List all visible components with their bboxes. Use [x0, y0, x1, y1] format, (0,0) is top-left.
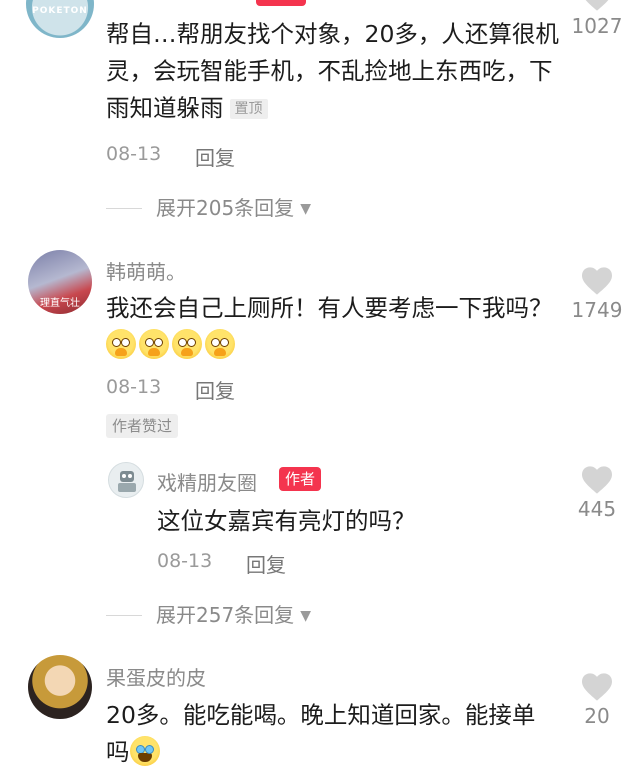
heart-icon: [585, 0, 609, 11]
reply-button[interactable]: 回复: [195, 142, 235, 171]
pleading-face-emoji: [139, 329, 169, 359]
comment-body: 20多。能吃能喝。晚上知道回家。能接单吗: [106, 701, 536, 766]
like-button[interactable]: 20: [567, 672, 627, 728]
crying-face-emoji: [129, 736, 160, 766]
comment-text: 帮自…帮朋友找个对象，20多，人还算很机灵，会玩智能手机，不乱捡地上东西吃，下雨…: [106, 16, 564, 127]
author-liked-tag: 作者赞过: [106, 414, 179, 438]
like-count: 445: [577, 497, 617, 521]
like-count: 20: [584, 704, 610, 728]
comment-body: 我还会自己上厕所！有人要考虑一下我吗？: [106, 294, 553, 322]
reply-username[interactable]: 戏精朋友圈: [157, 467, 257, 496]
expand-label: 展开205条回复: [156, 196, 295, 220]
reply-date: 08-13: [157, 550, 213, 572]
pleading-face-emoji: [172, 329, 202, 359]
divider: [106, 615, 142, 616]
username[interactable]: 果蛋皮的皮: [106, 662, 206, 691]
heart-icon: [582, 466, 612, 494]
like-button[interactable]: 1749: [567, 266, 627, 322]
like-count: 1749: [571, 298, 623, 322]
like-button[interactable]: 445: [567, 465, 627, 521]
chevron-down-icon: ▼: [300, 201, 311, 217]
pleading-face-emoji: [205, 329, 235, 359]
like-button[interactable]: 1027: [567, 0, 627, 38]
expand-replies[interactable]: 展开205条回复 ▼: [106, 192, 311, 221]
comment-date: 08-13: [106, 376, 162, 398]
comment-text: 我还会自己上厕所！有人要考虑一下我吗？: [106, 290, 556, 364]
reply-button[interactable]: 回复: [246, 549, 286, 578]
like-count: 1027: [571, 14, 623, 38]
comment-text: 20多。能吃能喝。晚上知道回家。能接单吗: [106, 697, 556, 771]
divider: [106, 208, 142, 209]
username[interactable]: 韩萌萌。: [106, 256, 186, 285]
avatar[interactable]: POKETON: [26, 0, 94, 38]
chevron-down-icon: ▼: [300, 608, 311, 624]
heart-icon: [582, 673, 612, 701]
author-tag: 作者: [279, 467, 322, 491]
pinned-tag: 置顶: [229, 99, 268, 119]
avatar-text: 理直气壮: [40, 298, 80, 309]
heart-icon: [582, 267, 612, 295]
user-badge: [256, 0, 306, 6]
reply-button[interactable]: 回复: [195, 375, 235, 404]
reply-text: 这位女嘉宾有亮灯的吗？: [157, 507, 416, 535]
robot-icon: [118, 471, 136, 492]
reply-avatar[interactable]: [108, 462, 144, 498]
expand-replies[interactable]: 展开257条回复 ▼: [106, 599, 311, 628]
pleading-face-emoji: [106, 329, 136, 359]
comment-date: 08-13: [106, 143, 162, 165]
avatar[interactable]: 理直气壮: [28, 250, 92, 314]
expand-label: 展开257条回复: [156, 603, 295, 627]
comment-body: 帮自…帮朋友找个对象，20多，人还算很机灵，会玩智能手机，不乱捡地上东西吃，下雨…: [106, 20, 559, 122]
avatar-text: POKETON: [32, 6, 88, 16]
avatar[interactable]: [28, 655, 92, 719]
